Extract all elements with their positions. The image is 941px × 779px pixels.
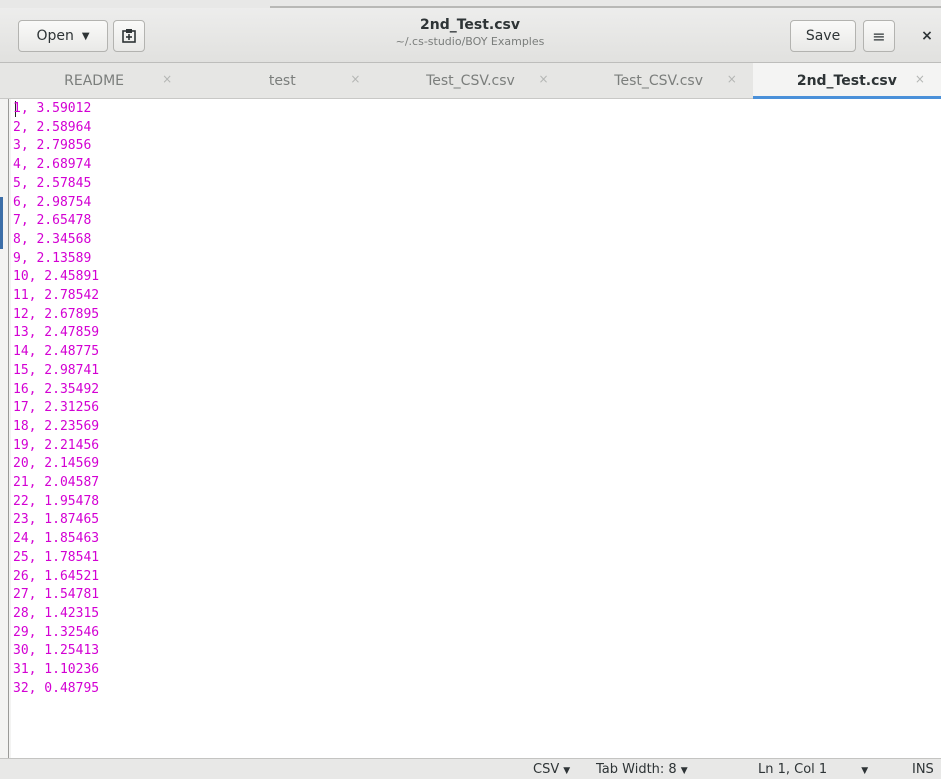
tab-close-icon[interactable]: × [350,72,360,86]
editor-left-border [8,99,9,758]
text-editor[interactable]: 1, 3.59012 2, 2.58964 3, 2.79856 4, 2.68974… [0,99,941,758]
editor-line[interactable]: 17, 2.31256 [13,399,99,418]
cursor-position-selector[interactable]: Ln 1, Col 1 ▼ [758,762,868,777]
editor-line[interactable]: 32, 0.48795 [13,680,99,699]
editor-line[interactable]: 6, 2.98754 [13,194,99,213]
tab-readme[interactable]: README × [0,63,188,98]
tab-width-selector[interactable]: Tab Width: 8 ▼ [596,762,688,777]
editor-line[interactable]: 20, 2.14569 [13,455,99,474]
tab-label: test [268,72,296,89]
editor-line[interactable]: 12, 2.67895 [13,306,99,325]
tab-test-csv-1[interactable]: Test_CSV.csv × [376,63,564,98]
editor-line[interactable]: 9, 2.13589 [13,250,99,269]
tab-width-label: Tab Width: 8 [596,762,677,777]
editor-line[interactable]: 1, 3.59012 [13,100,99,119]
editor-line[interactable]: 21, 2.04587 [13,474,99,493]
editor-line[interactable]: 15, 2.98741 [13,362,99,381]
editor-line[interactable]: 14, 2.48775 [13,343,99,362]
new-document-icon [122,29,136,43]
tab-label: 2nd_Test.csv [796,72,897,89]
insert-mode-indicator: INS [912,762,934,777]
close-icon: × [921,28,933,44]
window-close-button[interactable]: × [914,20,940,52]
open-button[interactable]: Open ▼ [18,20,108,52]
editor-line[interactable]: 25, 1.78541 [13,549,99,568]
tab-close-icon[interactable]: × [539,72,549,86]
language-selector[interactable]: CSV ▼ [533,762,570,777]
new-document-button[interactable] [113,20,145,52]
chevron-down-icon: ▼ [81,30,90,42]
tab-label: Test_CSV.csv [426,72,515,89]
window-title-block: 2nd_Test.csv ~/.cs-studio/BOY Examples [320,16,620,50]
window-title: 2nd_Test.csv [419,17,521,33]
editor-line[interactable]: 13, 2.47859 [13,324,99,343]
chevron-down-icon: ▼ [680,766,688,776]
chevron-down-icon: ▼ [563,766,571,776]
editor-line[interactable]: 29, 1.32546 [13,624,99,643]
tab-label: Test_CSV.csv [614,72,704,89]
editor-line[interactable]: 2, 2.58964 [13,119,99,138]
editor-line[interactable]: 27, 1.54781 [13,586,99,605]
chevron-down-icon: ▼ [861,766,869,776]
header-bar: Open ▼ 2nd_Test.csv ~/.cs-studio/BOY Exa… [0,8,941,63]
editor-line[interactable]: 7, 2.65478 [13,212,99,231]
open-button-label: Open [36,28,74,44]
editor-line[interactable]: 16, 2.35492 [13,381,99,400]
editor-line[interactable]: 23, 1.87465 [13,511,99,530]
tab-close-icon[interactable]: × [915,72,925,86]
editor-line[interactable]: 3, 2.79856 [13,137,99,156]
tab-test-csv-2[interactable]: Test_CSV.csv × [565,63,753,98]
window-subtitle: ~/.cs-studio/BOY Examples [395,35,545,48]
editor-line[interactable]: 18, 2.23569 [13,418,99,437]
save-button[interactable]: Save [790,20,856,52]
tab-close-icon[interactable]: × [162,72,172,86]
language-label: CSV [533,762,560,777]
editor-line[interactable]: 28, 1.42315 [13,605,99,624]
window-top-strip [0,0,941,8]
editor-lines[interactable]: 1, 3.59012 2, 2.58964 3, 2.79856 4, 2.68974… [13,100,99,699]
tab-2nd-test-csv[interactable]: 2nd_Test.csv × [752,63,941,99]
status-bar: CSV ▼ Tab Width: 8 ▼ Ln 1, Col 1 ▼ INS [0,758,941,779]
editor-line[interactable]: 8, 2.34568 [13,231,99,250]
editor-line[interactable]: 31, 1.10236 [13,661,99,680]
tab-test[interactable]: test × [188,63,376,98]
editor-line[interactable]: 10, 2.45891 [13,268,99,287]
editor-line[interactable]: 22, 1.95478 [13,493,99,512]
tab-close-icon[interactable]: × [727,72,737,86]
editor-line[interactable]: 26, 1.64521 [13,568,99,587]
cursor-position-label: Ln 1, Col 1 [758,762,828,777]
hamburger-menu-button[interactable]: ≡ [863,20,895,52]
editor-line[interactable]: 4, 2.68974 [13,156,99,175]
gutter-marker [0,197,3,249]
menu-icon: ≡ [872,26,886,46]
editor-line[interactable]: 30, 1.25413 [13,642,99,661]
editor-line[interactable]: 24, 1.85463 [13,530,99,549]
editor-line[interactable]: 11, 2.78542 [13,287,99,306]
editor-line[interactable]: 5, 2.57845 [13,175,99,194]
tab-label: README [64,72,125,89]
tab-bar: README × test × Test_CSV.csv × Test_CSV.… [0,63,941,99]
editor-line[interactable]: 19, 2.21456 [13,437,99,456]
